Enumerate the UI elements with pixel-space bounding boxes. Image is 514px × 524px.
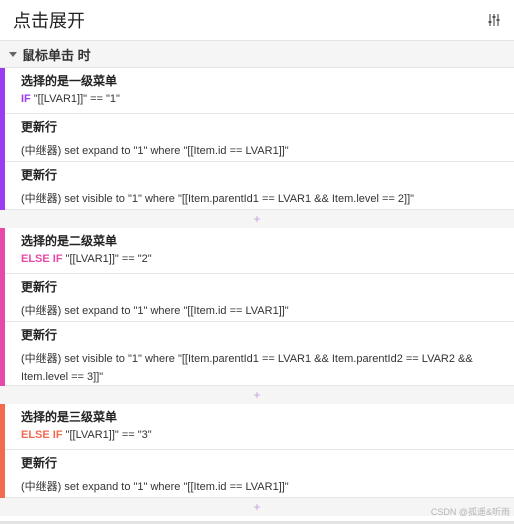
event-label: 鼠标单击 时 xyxy=(22,47,91,63)
panel-header: 点击展开 xyxy=(0,0,514,40)
condition-expression: "[[LVAR1]]" == "3" xyxy=(65,429,152,441)
add-case-button[interactable]: + xyxy=(0,210,514,228)
action-detail: (中继器) set expand to "1" where "[[Item.id… xyxy=(21,145,289,157)
condition-expression: "[[LVAR1]]" == "2" xyxy=(65,253,152,265)
action-title: 更新行 xyxy=(21,168,58,182)
event-row[interactable]: 鼠标单击 时 xyxy=(0,40,514,68)
action-title: 更新行 xyxy=(21,456,58,470)
page-title: 点击展开 xyxy=(13,11,85,31)
case-color-bar xyxy=(0,228,5,386)
action-item[interactable]: 更新行 (中继器) set expand to "1" where "[[Ite… xyxy=(5,114,514,162)
caret-down-icon[interactable] xyxy=(9,51,17,57)
case-color-bar xyxy=(0,404,5,498)
case-heading: 选择的是二级菜单 xyxy=(21,234,118,248)
action-item[interactable]: 更新行 (中继器) set expand to "1" where "[[Ite… xyxy=(5,274,514,322)
case-condition: ELSE IF "[[LVAR1]]" == "2" xyxy=(21,252,502,266)
condition-expression: "[[LVAR1]]" == "1" xyxy=(33,93,120,105)
case-header[interactable]: 选择的是三级菜单 ELSE IF "[[LVAR1]]" == "3" xyxy=(5,404,514,450)
case-3[interactable]: 选择的是三级菜单 ELSE IF "[[LVAR1]]" == "3" 更新行 (… xyxy=(0,404,514,498)
action-title: 更新行 xyxy=(21,328,58,342)
case-1[interactable]: 选择的是一级菜单 IF "[[LVAR1]]" == "1" 更新行 (中继器) … xyxy=(0,68,514,210)
case-color-bar xyxy=(0,68,5,210)
action-title: 更新行 xyxy=(21,120,58,134)
case-heading: 选择的是三级菜单 xyxy=(21,410,118,424)
condition-keyword: ELSE IF xyxy=(21,429,63,441)
sliders-icon[interactable] xyxy=(486,12,502,28)
action-item[interactable]: 更新行 (中继器) set expand to "1" where "[[Ite… xyxy=(5,450,514,498)
case-condition: IF "[[LVAR1]]" == "1" xyxy=(21,92,502,106)
case-2[interactable]: 选择的是二级菜单 ELSE IF "[[LVAR1]]" == "2" 更新行 (… xyxy=(0,228,514,386)
case-header[interactable]: 选择的是一级菜单 IF "[[LVAR1]]" == "1" xyxy=(5,68,514,114)
case-condition: ELSE IF "[[LVAR1]]" == "3" xyxy=(21,428,502,442)
action-detail: (中继器) set expand to "1" where "[[Item.id… xyxy=(21,305,289,317)
action-item[interactable]: 更新行 (中继器) set visible to "1" where "[[It… xyxy=(5,322,514,386)
watermark: CSDN @孤遥&听雨 xyxy=(430,507,510,517)
case-heading: 选择的是一级菜单 xyxy=(21,74,118,88)
action-title: 更新行 xyxy=(21,280,58,294)
action-detail: (中继器) set visible to "1" where "[[Item.p… xyxy=(21,193,415,205)
action-detail: (中继器) set expand to "1" where "[[Item.id… xyxy=(21,481,289,493)
add-case-button[interactable]: + xyxy=(0,386,514,404)
action-item[interactable]: 更新行 (中继器) set visible to "1" where "[[It… xyxy=(5,162,514,210)
case-header[interactable]: 选择的是二级菜单 ELSE IF "[[LVAR1]]" == "2" xyxy=(5,228,514,274)
action-detail: (中继器) set visible to "1" where "[[Item.p… xyxy=(21,353,473,383)
condition-keyword: IF xyxy=(21,93,31,105)
condition-keyword: ELSE IF xyxy=(21,253,63,265)
